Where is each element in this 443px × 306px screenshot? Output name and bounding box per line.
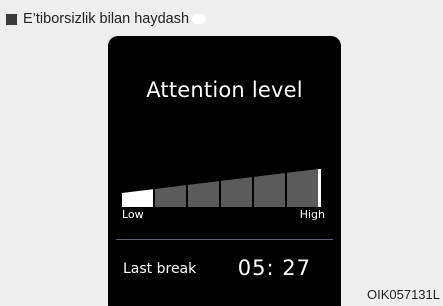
section-heading-text: E’tiborsizlik bilan haydash bbox=[23, 11, 190, 27]
last-break-time: 05: 27 bbox=[237, 256, 311, 280]
gauge-segment bbox=[122, 189, 153, 207]
cluster-display: Attention level Low High Last break 05: … bbox=[108, 36, 341, 306]
gauge-segment bbox=[254, 173, 285, 207]
gauge-segment bbox=[287, 169, 318, 207]
heading-marker bbox=[192, 14, 207, 24]
gauge-segment bbox=[188, 181, 219, 207]
attention-level-gauge bbox=[122, 169, 321, 207]
high-end-marker bbox=[318, 169, 321, 207]
gauge-segment bbox=[155, 185, 186, 207]
gauge-segments bbox=[122, 169, 318, 207]
divider bbox=[116, 239, 333, 240]
gauge-low-label: Low bbox=[122, 208, 144, 221]
last-break-label: Last break bbox=[123, 261, 197, 277]
square-bullet-icon bbox=[6, 13, 17, 25]
section-heading: E’tiborsizlik bilan haydash bbox=[6, 10, 207, 28]
gauge-segment bbox=[221, 177, 252, 207]
figure-code: OIK057131L bbox=[366, 287, 440, 302]
gauge-high-label: High bbox=[299, 208, 325, 221]
